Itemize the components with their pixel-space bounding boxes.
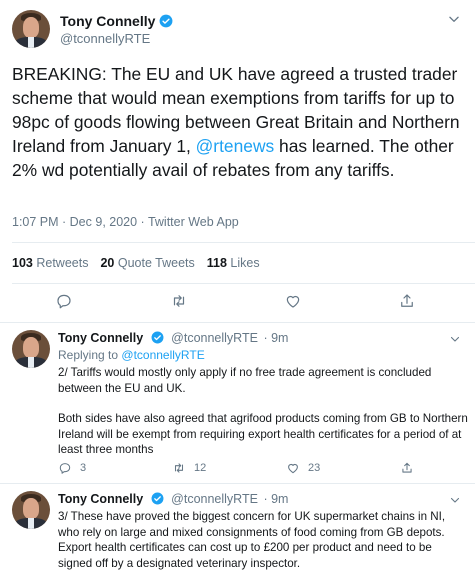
reply-action[interactable]: 3 (58, 461, 86, 475)
reply-text: 2/ Tariffs would mostly only apply if no… (58, 365, 468, 458)
retweets-label: Retweets (36, 256, 89, 270)
share-icon[interactable] (398, 292, 416, 310)
retweets-count: 103 (12, 256, 33, 270)
reply-tweet[interactable]: Tony Connelly @tconnellyRTE · 9m 3/ Thes… (0, 485, 475, 579)
reply-icon (59, 463, 71, 474)
author-name[interactable]: Tony Connelly (58, 492, 143, 506)
divider (12, 242, 475, 243)
reply-paragraph: 3/ These have proved the biggest concern… (58, 510, 446, 570)
author-block: Tony Connelly @tconnellyRTE (60, 13, 173, 46)
main-tweet-header: Tony Connelly @tconnellyRTE (12, 8, 173, 50)
reply-header: Tony Connelly @tconnellyRTE · 9m (58, 331, 288, 345)
quotes-label: Quote Tweets (117, 256, 195, 270)
like-icon[interactable] (284, 292, 302, 310)
reply-count: 3 (80, 462, 87, 474)
likes-label: Likes (230, 256, 260, 270)
author-handle[interactable]: @tconnellyRTE (171, 492, 258, 506)
retweet-icon[interactable] (170, 292, 188, 310)
avatar[interactable] (12, 330, 50, 368)
tweet-text: BREAKING: The EU and UK have agreed a tr… (12, 62, 468, 182)
author-name[interactable]: Tony Connelly (58, 331, 143, 345)
author-name[interactable]: Tony Connelly (60, 13, 155, 29)
quotes-count: 20 (100, 256, 115, 270)
retweet-icon (174, 463, 184, 473)
author-handle[interactable]: @tconnellyRTE (60, 31, 173, 46)
likes-count: 118 (206, 256, 227, 270)
chevron-down-icon[interactable] (449, 494, 461, 506)
reply-paragraph: 2/ Tariffs would mostly only apply if no… (58, 366, 432, 395)
divider (12, 283, 475, 284)
replying-to: Replying to @tconnellyRTE (58, 348, 205, 362)
replying-to-handle[interactable]: @tconnellyRTE (121, 348, 204, 362)
chevron-down-icon[interactable] (447, 12, 461, 26)
like-count: 23 (308, 462, 321, 474)
quotes-stat[interactable]: 20 Quote Tweets (100, 256, 194, 270)
tweet-timestamp[interactable]: 1:07 PM · Dec 9, 2020 · Twitter Web App (12, 215, 239, 229)
avatar[interactable] (12, 491, 50, 529)
tweet-stats: 103 Retweets 20 Quote Tweets 118 Likes (12, 256, 260, 270)
reply-header: Tony Connelly @tconnellyRTE · 9m (58, 492, 288, 506)
author-handle[interactable]: @tconnellyRTE (171, 331, 258, 345)
time-ago[interactable]: · 9m (263, 492, 288, 506)
main-tweet: Tony Connelly @tconnellyRTE BREAKING: Th… (0, 0, 475, 323)
mention-link[interactable]: @rtenews (196, 136, 275, 156)
reply-actions: 3 12 23 (58, 461, 468, 477)
verified-badge-icon (160, 14, 173, 27)
like-action[interactable]: 23 (286, 461, 320, 475)
tweet-actions (0, 292, 475, 312)
likes-stat[interactable]: 118 Likes (207, 256, 260, 270)
share-action[interactable] (400, 461, 414, 475)
like-icon (288, 463, 298, 474)
share-icon (402, 462, 412, 473)
replying-to-label: Replying to (58, 348, 119, 362)
verified-badge-icon (151, 492, 164, 505)
retweets-stat[interactable]: 103 Retweets (12, 256, 88, 270)
verified-badge-icon (151, 331, 164, 344)
chevron-down-icon[interactable] (449, 333, 461, 345)
retweet-count: 12 (194, 462, 207, 474)
time-ago[interactable]: · 9m (263, 331, 288, 345)
reply-text: 3/ These have proved the biggest concern… (58, 509, 468, 571)
reply-icon[interactable] (55, 292, 73, 310)
reply-paragraph: Both sides have also agreed that agrifoo… (58, 412, 468, 456)
retweet-action[interactable]: 12 (172, 461, 206, 475)
avatar[interactable] (12, 10, 50, 48)
reply-tweet[interactable]: Tony Connelly @tconnellyRTE · 9m Replyin… (0, 324, 475, 484)
